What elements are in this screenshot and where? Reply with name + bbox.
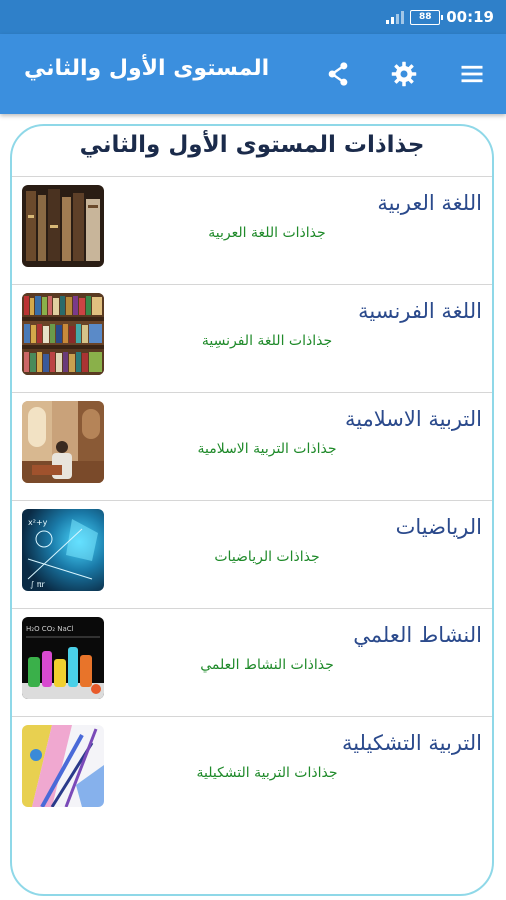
svg-text:x²+y: x²+y xyxy=(28,518,48,527)
math-formulas-thumbnail: x²+y ∫ πr xyxy=(22,509,104,591)
list-item-arabic[interactable]: اللغة العربية جذاذات اللغة العربية xyxy=(12,176,492,285)
card-title: جذاذات المستوى الأول والثاني xyxy=(79,132,425,158)
svg-text:H₂O CO₂ NaCl: H₂O CO₂ NaCl xyxy=(26,625,74,633)
list-item-science[interactable]: H₂O CO₂ NaCl النشاط العلمي جذاذات النشاط… xyxy=(12,608,492,717)
svg-text:∫ πr: ∫ πr xyxy=(30,580,46,589)
battery-icon: 88 xyxy=(410,9,444,25)
content-card: جذاذات المستوى الأول والثاني اللغة العرب… xyxy=(10,124,494,896)
list-item-islamic-education[interactable]: التربية الاسلامية جذاذات التربية الاسلام… xyxy=(12,392,492,501)
item-subtitle: جذاذات اللغة الفرنسِية xyxy=(201,333,333,349)
arabic-books-thumbnail xyxy=(22,185,104,267)
app-title: المستوى الأول والثاني xyxy=(24,56,270,81)
item-title: التربية الاسلامية xyxy=(344,407,482,431)
app-bar: المستوى الأول والثاني xyxy=(0,34,506,114)
item-subtitle: جذاذات التربية الاسلامية xyxy=(197,441,337,457)
status-bar: 88 00:19 xyxy=(0,0,506,34)
item-subtitle: جذاذات النشاط العلمي xyxy=(200,657,334,673)
signal-icon xyxy=(386,10,405,24)
prayer-scene-thumbnail xyxy=(22,401,104,483)
list-item-french[interactable]: اللغة الفرنسية جذاذات اللغة الفرنسِية xyxy=(12,284,492,393)
share-icon[interactable] xyxy=(322,58,354,90)
item-subtitle: جذاذات الرياضيات xyxy=(214,549,320,565)
list-item-math[interactable]: x²+y ∫ πr الرياضيات جذاذات الرياضيات xyxy=(12,500,492,609)
art-brushes-thumbnail xyxy=(22,725,104,807)
library-bookshelf-thumbnail xyxy=(22,293,104,375)
lab-bottles-thumbnail: H₂O CO₂ NaCl xyxy=(22,617,104,699)
item-subtitle: جذاذات التربية التشكيلية xyxy=(196,765,338,781)
item-title: اللغة العربية xyxy=(377,191,482,215)
menu-icon[interactable] xyxy=(456,58,488,90)
item-title: اللغة الفرنسية xyxy=(358,299,482,323)
settings-gear-icon[interactable] xyxy=(388,58,420,90)
item-title: النشاط العلمي xyxy=(353,623,482,647)
item-title: التربية التشكيلية xyxy=(341,731,482,755)
clock: 00:19 xyxy=(446,8,494,26)
item-subtitle: جذاذات اللغة العربية xyxy=(208,225,326,241)
battery-level: 88 xyxy=(418,11,432,22)
list-item-art[interactable]: التربية التشكيلية جذاذات التربية التشكيل… xyxy=(12,716,492,825)
item-title: الرياضيات xyxy=(395,515,482,539)
